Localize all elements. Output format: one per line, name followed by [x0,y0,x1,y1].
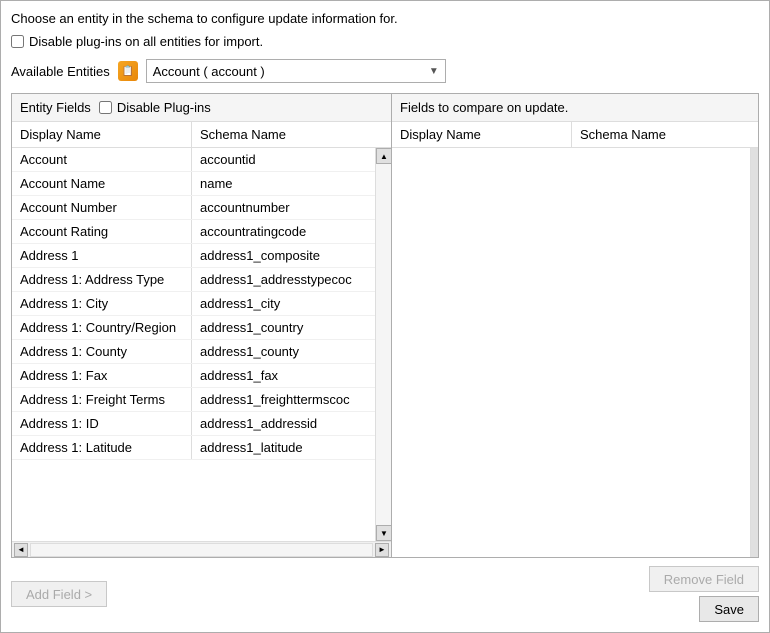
table-row[interactable]: Account Namename [12,172,375,196]
disable-plugins-all-label: Disable plug-ins on all entities for imp… [29,34,263,49]
disable-plugins-checkbox-label: Disable Plug-ins [117,100,211,115]
right-table-header: Display Name Schema Name [392,122,758,148]
table-row[interactable]: Address 1: Countyaddress1_county [12,340,375,364]
cell-display-name: Address 1: Address Type [12,268,192,291]
cell-display-name: Address 1: ID [12,412,192,435]
disable-plugins-row: Disable plug-ins on all entities for imp… [11,34,759,49]
entity-icon: 📋 [118,61,138,81]
cell-display-name: Account Name [12,172,192,195]
remove-field-button[interactable]: Remove Field [649,566,759,592]
cell-schema-name: accountratingcode [192,220,375,243]
left-table-wrapper: AccountaccountidAccount NamenameAccount … [12,148,391,541]
table-row[interactable]: Address 1: Faxaddress1_fax [12,364,375,388]
bottom-buttons: Add Field > Remove Field Save [11,566,759,622]
instruction-text: Choose an entity in the schema to config… [11,11,759,26]
vscroll-down-btn[interactable]: ▼ [376,525,391,541]
cell-display-name: Address 1: Latitude [12,436,192,459]
cell-schema-name: address1_composite [192,244,375,267]
table-row[interactable]: Address 1: IDaddress1_addressid [12,412,375,436]
entity-fields-header: Entity Fields Disable Plug-ins [12,94,391,122]
right-table-container: Display Name Schema Name [392,122,758,557]
entity-dropdown-text: Account ( account ) [153,64,265,79]
cell-schema-name: address1_freighttermscoc [192,388,375,411]
right-vscrollbar[interactable] [750,148,758,557]
table-row[interactable]: Address 1: Cityaddress1_city [12,292,375,316]
table-row[interactable]: Address 1address1_composite [12,244,375,268]
left-buttons: Add Field > [11,581,107,607]
available-entities-row: Available Entities 📋 Account ( account )… [11,59,759,83]
cell-schema-name: address1_addressid [192,412,375,435]
left-table-header: Display Name Schema Name [12,122,391,148]
right-table-body[interactable] [392,148,750,557]
disable-plugins-checkbox[interactable] [99,101,112,114]
chevron-down-icon: ▼ [429,66,439,77]
add-field-button[interactable]: Add Field > [11,581,107,607]
entity-fields-label: Entity Fields [20,100,91,115]
cell-schema-name: address1_addresstypecoc [192,268,375,291]
cell-display-name: Account Number [12,196,192,219]
table-row[interactable]: Address 1: Address Typeaddress1_addresst… [12,268,375,292]
left-col-display: Display Name [12,122,192,147]
table-row[interactable]: Account Ratingaccountratingcode [12,220,375,244]
right-col-schema: Schema Name [572,122,758,147]
cell-schema-name: address1_city [192,292,375,315]
panels-section: Entity Fields Disable Plug-ins Display N… [11,93,759,558]
disable-plugins-checkbox-row: Disable Plug-ins [99,100,211,115]
cell-schema-name: accountnumber [192,196,375,219]
hscroll-right-btn[interactable]: ► [375,543,389,557]
entity-dropdown[interactable]: Account ( account ) ▼ [146,59,446,83]
right-table-wrapper [392,148,758,557]
cell-display-name: Address 1: Country/Region [12,316,192,339]
save-button[interactable]: Save [699,596,759,622]
right-buttons: Remove Field Save [649,566,759,622]
cell-schema-name: address1_latitude [192,436,375,459]
hscroll-left-btn[interactable]: ◄ [14,543,28,557]
main-container: Choose an entity in the schema to config… [0,0,770,633]
left-hscrollbar[interactable]: ◄ ► [12,541,391,557]
vscroll-track[interactable] [376,164,391,525]
table-row[interactable]: Address 1: Country/Regionaddress1_countr… [12,316,375,340]
table-row[interactable]: Address 1: Freight Termsaddress1_freight… [12,388,375,412]
right-panel: Fields to compare on update. Display Nam… [392,94,758,557]
cell-schema-name: address1_country [192,316,375,339]
table-row[interactable]: Account Numberaccountnumber [12,196,375,220]
vscroll-up-btn[interactable]: ▲ [376,148,391,164]
cell-schema-name: name [192,172,375,195]
cell-display-name: Account Rating [12,220,192,243]
cell-schema-name: address1_county [192,340,375,363]
disable-plugins-all-checkbox[interactable] [11,35,24,48]
table-row[interactable]: Address 1: Latitudeaddress1_latitude [12,436,375,460]
cell-display-name: Address 1: City [12,292,192,315]
cell-display-name: Address 1 [12,244,192,267]
fields-compare-label: Fields to compare on update. [400,100,568,115]
cell-display-name: Address 1: Freight Terms [12,388,192,411]
left-panel: Entity Fields Disable Plug-ins Display N… [12,94,392,557]
table-row[interactable]: Accountaccountid [12,148,375,172]
right-col-display: Display Name [392,122,572,147]
left-vscrollbar[interactable]: ▲ ▼ [375,148,391,541]
cell-display-name: Account [12,148,192,171]
left-col-schema: Schema Name [192,122,391,147]
fields-compare-header: Fields to compare on update. [392,94,758,122]
cell-display-name: Address 1: Fax [12,364,192,387]
left-table-container: Display Name Schema Name Accountaccounti… [12,122,391,557]
available-entities-label: Available Entities [11,64,110,79]
hscroll-track[interactable] [30,543,373,557]
cell-schema-name: address1_fax [192,364,375,387]
cell-display-name: Address 1: County [12,340,192,363]
left-table-body[interactable]: AccountaccountidAccount NamenameAccount … [12,148,375,541]
cell-schema-name: accountid [192,148,375,171]
